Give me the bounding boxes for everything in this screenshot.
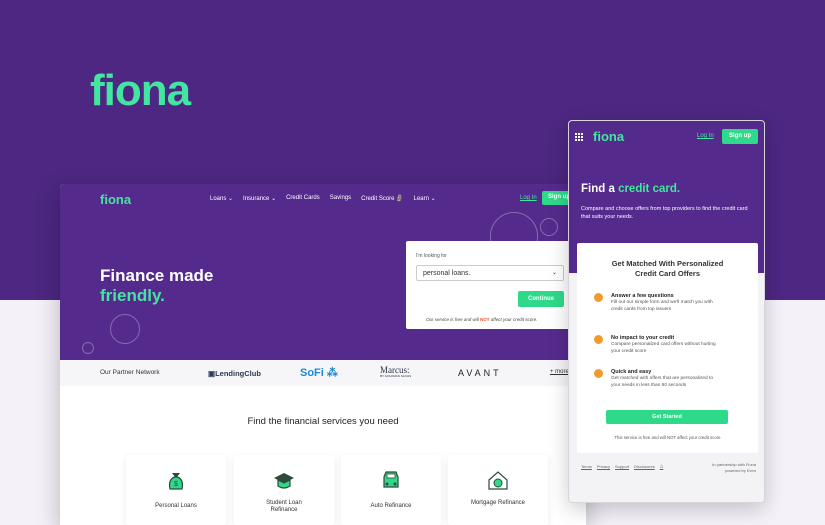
loan-type-value: personal loans. (423, 270, 471, 277)
desktop-headline: Finance made friendly. (100, 266, 213, 306)
nav-item-savings[interactable]: Savings (330, 195, 351, 202)
step-quick-easy: Quick and easy Get matched with offers t… (594, 369, 721, 389)
desktop-login-link[interactable]: Log In (520, 195, 537, 201)
mobile-logo[interactable]: fiona (593, 129, 624, 144)
headline-line2: friendly. (100, 286, 165, 305)
loan-type-select[interactable]: personal loans. ⌄ (416, 265, 564, 281)
tile-personal-loans[interactable]: $ Personal Loans (126, 455, 226, 525)
search-label: I'm looking for (416, 253, 447, 259)
house-icon (488, 471, 508, 490)
desktop-menu: Loans ⌄ Insurance ⌄ Credit Cards Savings… (210, 195, 436, 202)
footer-link-terms[interactable]: Terms (581, 464, 592, 470)
chat-bubble-icon (594, 293, 603, 302)
tile-student-loan-refinance[interactable]: Student Loan Refinance (234, 455, 334, 525)
step-title: No impact to your credit (611, 335, 675, 341)
decor-circle (82, 342, 94, 354)
money-bag-icon: $ (168, 473, 184, 490)
get-started-button[interactable]: Get Started (606, 410, 728, 424)
step-no-impact: No impact to your credit Compare persona… (594, 335, 721, 355)
note-prefix: Our service is free and will (426, 317, 481, 322)
footer-link-support[interactable]: Support (615, 464, 629, 470)
nav-item-credit-cards[interactable]: Credit Cards (286, 195, 320, 202)
tile-label: Mortgage Refinance (470, 500, 526, 506)
partner-label: Our Partner Network (100, 369, 160, 376)
offers-card: Get Matched With Personalized Credit Car… (577, 243, 758, 453)
graduation-cap-icon (274, 473, 294, 489)
fiona-logo: fiona (90, 66, 191, 115)
sofi-logo: SoFi ⁂ (300, 367, 338, 379)
desktop-navbar: fiona Loans ⌄ Insurance ⌄ Credit Cards S… (60, 184, 586, 214)
mobile-title: Find a credit card. (581, 183, 680, 195)
step-answer-questions: Answer a few questions Fill out our simp… (594, 293, 721, 313)
decor-circle (540, 218, 558, 236)
nav-item-learn[interactable]: Learn ⌄ (414, 195, 436, 202)
footer-links: Terms Privacy Support Disclosures ⌂ (581, 464, 663, 470)
search-card: I'm looking for personal loans. ⌄ Contin… (406, 241, 574, 329)
step-title: Answer a few questions (611, 293, 674, 299)
mobile-subtitle: Compare and choose offers from top provi… (581, 206, 748, 220)
more-partners-link[interactable]: + more (550, 369, 569, 375)
avant-logo: AVANT (458, 368, 502, 378)
footer-partner-info: In partnership with Fiona powered by Eve… (712, 462, 756, 474)
svg-text:$: $ (174, 481, 178, 488)
services-title: Find the financial services you need (247, 416, 399, 427)
title-highlight: credit card. (618, 183, 681, 195)
car-icon (383, 471, 399, 488)
checkmark-icon (594, 335, 603, 344)
nav-item-credit-score[interactable]: Credit Score 🗿 (361, 195, 403, 202)
note-suffix: affect your credit score. (489, 317, 538, 322)
desktop-hero: fiona Loans ⌄ Insurance ⌄ Credit Cards S… (60, 184, 586, 360)
footer-link-privacy[interactable]: Privacy (597, 464, 610, 470)
nav-item-insurance[interactable]: Insurance ⌄ (243, 195, 276, 202)
equal-housing-icon: ⌂ (659, 464, 664, 470)
nav-item-loans[interactable]: Loans ⌄ (210, 195, 233, 202)
footer-link-disclosures[interactable]: Disclosures (634, 464, 655, 470)
mobile-preview: fiona Log In Sign up Find a credit card.… (568, 120, 765, 503)
tile-label: Personal Loans (155, 503, 197, 509)
title-prefix: Find a (581, 183, 619, 195)
marcus-logo-sub: BY GOLDMAN SACHS (380, 374, 412, 378)
desktop-logo[interactable]: fiona (100, 192, 131, 207)
tile-auto-refinance[interactable]: Auto Refinance (341, 455, 441, 525)
continue-button[interactable]: Continue (518, 291, 564, 307)
thumbs-up-icon (594, 369, 603, 378)
step-desc: Fill out our simple form and we'll match… (611, 300, 713, 312)
step-desc: Compare personalized card offers without… (611, 342, 716, 354)
offers-card-title: Get Matched With Personalized Credit Car… (611, 259, 724, 278)
chevron-down-icon: ⌄ (551, 270, 557, 276)
powered-by-text: powered by Even (725, 468, 756, 473)
mobile-login-link[interactable]: Log In (697, 133, 714, 139)
mobile-signup-button[interactable]: Sign up (722, 129, 758, 144)
free-service-note: Our service is free and will NOT affect … (426, 317, 538, 322)
lendingclub-logo: ▣LendingClub (208, 369, 261, 378)
step-desc: Get matched with offers that are persona… (611, 376, 714, 388)
step-title: Quick and easy (611, 369, 652, 375)
partner-bar: Our Partner Network ▣LendingClub SoFi ⁂ … (60, 360, 586, 386)
tile-label: Student Loan Refinance (266, 500, 302, 513)
grid-menu-icon[interactable] (575, 133, 583, 141)
desktop-preview: fiona Loans ⌄ Insurance ⌄ Credit Cards S… (60, 184, 586, 525)
tile-mortgage-refinance[interactable]: Mortgage Refinance (448, 455, 548, 525)
marcus-logo: Marcus: BY GOLDMAN SACHS (380, 365, 411, 378)
decor-circle (110, 314, 140, 344)
note-emphasis: NOT (480, 317, 490, 322)
mobile-free-note: This service is free and will NOT affect… (614, 435, 721, 440)
tile-label: Auto Refinance (370, 503, 412, 509)
headline-line1: Finance made (100, 266, 214, 285)
